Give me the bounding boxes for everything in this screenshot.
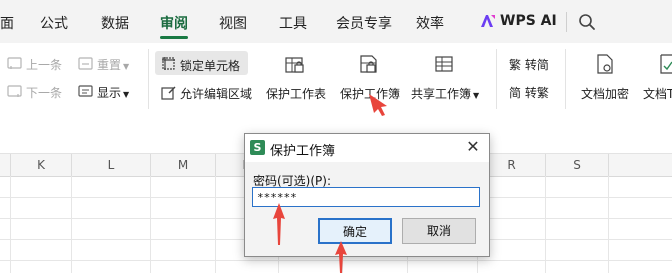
tab-data[interactable]: 数据 bbox=[101, 13, 129, 33]
reset-chevron-down-icon: ▼ bbox=[123, 62, 130, 71]
doc-encrypt-button[interactable]: 文档加密 bbox=[581, 85, 629, 102]
doc-more-icon bbox=[660, 54, 672, 74]
wps-ai-button[interactable]: WPS AI bbox=[500, 13, 557, 29]
next-comment-button[interactable]: 下一条 bbox=[26, 84, 62, 101]
column-header-k[interactable]: K bbox=[11, 154, 72, 176]
show-comments-icon bbox=[78, 85, 93, 97]
show-label: 显示 bbox=[97, 86, 122, 100]
share-chevron-down-icon: ▼ bbox=[473, 91, 480, 100]
reset-icon bbox=[78, 57, 93, 70]
menu-divider bbox=[566, 12, 567, 32]
column-header-partial-right bbox=[609, 154, 672, 176]
spreadsheet-app-icon: S bbox=[250, 140, 265, 155]
tab-view[interactable]: 视图 bbox=[219, 13, 247, 33]
annotation-arrow-icon bbox=[369, 94, 387, 116]
next-comment-icon bbox=[7, 85, 22, 97]
grid-col-line bbox=[10, 176, 11, 273]
reset-button[interactable]: 重置 ▼ bbox=[97, 56, 129, 73]
ribbon-divider bbox=[565, 49, 566, 109]
grid-col-line bbox=[545, 176, 546, 273]
grid-col-line bbox=[215, 176, 216, 273]
prev-comment-icon bbox=[7, 57, 22, 69]
lock-cell-icon bbox=[162, 57, 175, 70]
tab-tools[interactable]: 工具 bbox=[279, 13, 307, 33]
dialog-title-bar[interactable]: S 保护工作簿 ✕ bbox=[245, 134, 489, 162]
tab-member[interactable]: 会员专享 bbox=[336, 13, 392, 33]
column-header-s[interactable]: S bbox=[546, 154, 609, 176]
tab-partial-left[interactable]: 面 bbox=[0, 13, 14, 33]
review-ribbon: 上一条 下一条 重置 ▼ 显示 ▼ 锁定单元格 允许编辑区域 保护工作表 保护工… bbox=[0, 43, 672, 117]
annotation-arrow-icon bbox=[273, 203, 285, 245]
share-workbook-label: 共享工作簿 bbox=[411, 87, 472, 101]
column-header-partial bbox=[0, 154, 11, 176]
doc-encrypt-icon bbox=[597, 54, 613, 74]
protect-workbook-icon bbox=[360, 55, 377, 73]
share-workbook-icon bbox=[435, 56, 453, 72]
allow-edit-range-icon bbox=[161, 86, 176, 100]
ribbon-divider bbox=[148, 49, 149, 109]
tab-review[interactable]: 审阅 bbox=[160, 13, 188, 33]
close-icon[interactable]: ✕ bbox=[463, 137, 483, 157]
grid-col-line bbox=[71, 176, 72, 273]
to-simplified-button[interactable]: 繁 转简 bbox=[509, 56, 549, 73]
doc-more-button[interactable]: 文档T bbox=[643, 85, 672, 102]
protect-sheet-button[interactable]: 保护工作表 bbox=[266, 85, 326, 102]
tab-formulas[interactable]: 公式 bbox=[40, 13, 68, 33]
search-icon[interactable] bbox=[578, 13, 596, 31]
allow-edit-range-button[interactable]: 允许编辑区域 bbox=[180, 85, 252, 102]
to-traditional-button[interactable]: 简 转繁 bbox=[509, 84, 549, 101]
ok-button[interactable]: 确定 bbox=[318, 218, 392, 244]
ribbon-divider bbox=[496, 49, 497, 109]
show-chevron-down-icon: ▼ bbox=[123, 90, 130, 99]
menu-tab-bar: 面 公式 数据 审阅 视图 工具 会员专享 效率 WPS AI bbox=[0, 0, 672, 43]
password-input[interactable]: ****** bbox=[252, 187, 480, 207]
active-tab-underline bbox=[160, 36, 188, 39]
annotation-arrow-icon bbox=[335, 241, 347, 273]
protect-sheet-icon bbox=[285, 57, 304, 73]
column-header-l[interactable]: L bbox=[72, 154, 151, 176]
cancel-button[interactable]: 取消 bbox=[402, 218, 476, 244]
reset-label: 重置 bbox=[97, 58, 122, 72]
lock-cell-label: 锁定单元格 bbox=[180, 59, 241, 73]
tab-efficiency[interactable]: 效率 bbox=[416, 13, 444, 33]
wps-ai-logo-icon bbox=[481, 15, 495, 27]
grid-col-line bbox=[150, 176, 151, 273]
show-comments-button[interactable]: 显示 ▼ bbox=[97, 84, 129, 101]
grid-col-line bbox=[608, 176, 609, 273]
share-workbook-button[interactable]: 共享工作簿 ▼ bbox=[411, 85, 479, 102]
prev-comment-button[interactable]: 上一条 bbox=[26, 56, 62, 73]
column-header-m[interactable]: M bbox=[151, 154, 216, 176]
dialog-title: 保护工作簿 bbox=[270, 144, 336, 159]
